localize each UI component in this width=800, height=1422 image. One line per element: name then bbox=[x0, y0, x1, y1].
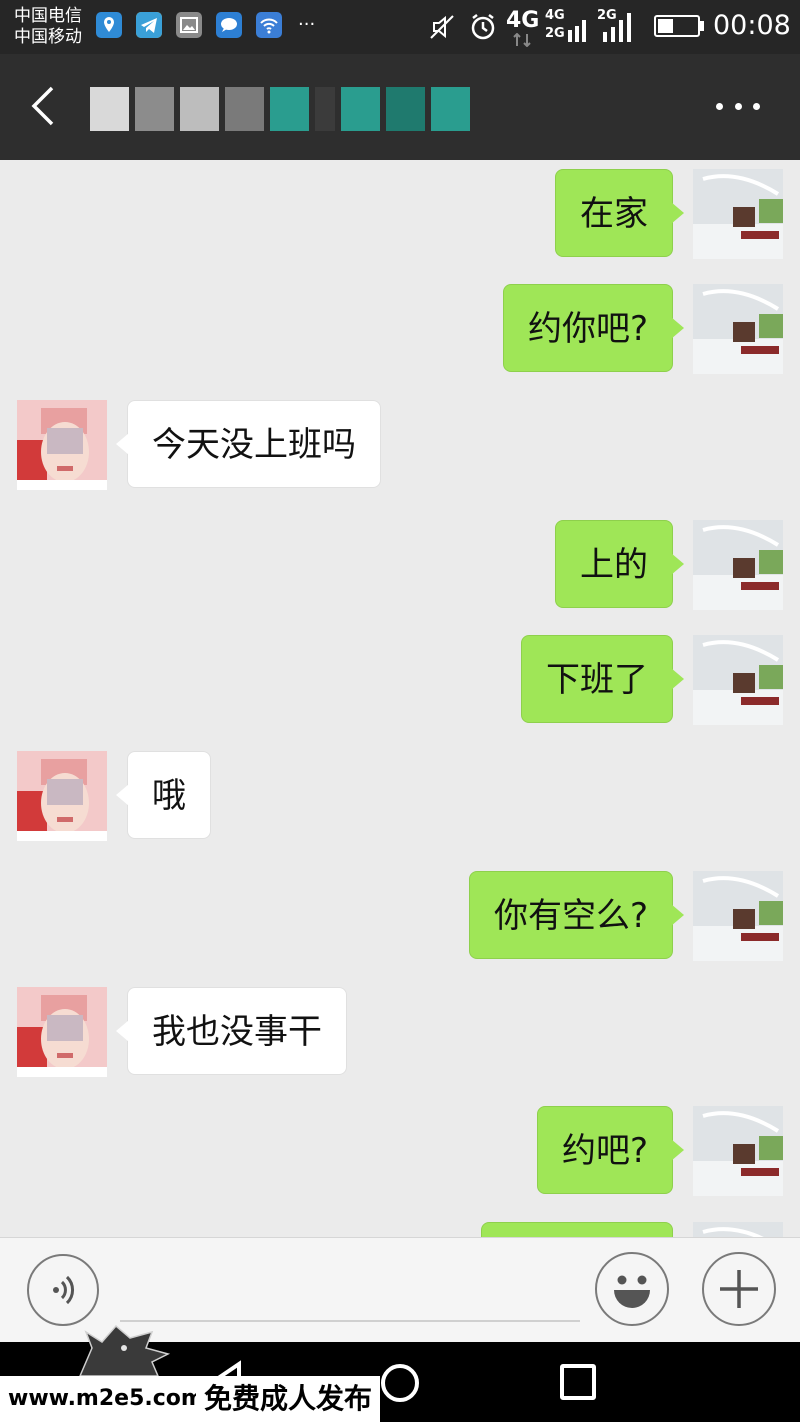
carrier-2: 中国移动 bbox=[14, 27, 82, 47]
message-bubble-received[interactable]: 哦 bbox=[116, 751, 211, 839]
network-sim2-label: 2G bbox=[597, 8, 617, 23]
message-row: 今天没上班吗 bbox=[0, 400, 800, 490]
status-time: 00:08 bbox=[713, 10, 791, 41]
battery-cap bbox=[700, 21, 704, 31]
my-avatar[interactable] bbox=[693, 1106, 783, 1196]
watermark-wolf-logo bbox=[72, 1318, 182, 1378]
more-notifications-indicator: ··· bbox=[298, 14, 316, 35]
chat-message-list[interactable]: 在家 约你吧? 今天没上班吗 上的 下班了 哦 你有空么? 我也没事干 约吧? bbox=[0, 160, 800, 1237]
message-icon bbox=[216, 12, 242, 38]
my-avatar[interactable] bbox=[693, 520, 783, 610]
message-row: 下班了 bbox=[0, 635, 800, 725]
back-icon[interactable] bbox=[28, 86, 60, 126]
carrier-1: 中国电信 bbox=[14, 6, 82, 26]
message-bubble-received[interactable]: 我也没事干 bbox=[116, 987, 347, 1075]
wifi-app-icon bbox=[256, 12, 282, 38]
message-row: 上的 bbox=[0, 520, 800, 610]
message-bubble-sent[interactable]: 下班了 bbox=[521, 635, 684, 723]
contact-avatar[interactable] bbox=[17, 751, 107, 841]
contact-avatar[interactable] bbox=[17, 987, 107, 1077]
battery-icon bbox=[654, 15, 700, 37]
alarm-icon bbox=[468, 12, 498, 42]
voice-icon bbox=[53, 1275, 74, 1305]
network-sim1-label: 4G bbox=[545, 8, 565, 23]
more-options-icon[interactable] bbox=[716, 94, 760, 118]
message-row: 在家 bbox=[0, 169, 800, 259]
my-avatar[interactable] bbox=[693, 871, 783, 961]
battery-fill bbox=[658, 19, 673, 33]
telegram-icon bbox=[136, 12, 162, 38]
message-row: 哦 bbox=[0, 751, 800, 841]
gallery-icon bbox=[176, 12, 202, 38]
message-row: 你有空么? bbox=[0, 871, 800, 961]
mute-icon bbox=[428, 13, 456, 41]
network-type-label: 4G bbox=[506, 8, 540, 33]
status-bar: 中国电信 中国移动 ··· 4G 4G 2G 2G 00:08 bbox=[0, 0, 800, 54]
emoji-button[interactable] bbox=[595, 1252, 669, 1326]
message-row bbox=[0, 1222, 800, 1237]
plus-icon bbox=[720, 1270, 758, 1308]
my-avatar[interactable] bbox=[693, 635, 783, 725]
message-bubble-sent[interactable]: 约你吧? bbox=[502, 284, 685, 372]
contact-name-obscured[interactable] bbox=[90, 84, 471, 134]
location-app-icon bbox=[96, 12, 122, 38]
network-sim1-fallback-label: 2G bbox=[545, 26, 565, 41]
more-functions-button[interactable] bbox=[702, 1252, 776, 1326]
my-avatar[interactable] bbox=[693, 169, 783, 259]
message-bubble-sent[interactable]: 你有空么? bbox=[468, 871, 685, 959]
watermark-url: www.m2e5.com bbox=[0, 1376, 212, 1422]
my-avatar[interactable] bbox=[693, 1222, 783, 1237]
nav-recent-apps-icon[interactable] bbox=[560, 1364, 596, 1400]
message-bubble-sent-partial[interactable] bbox=[481, 1222, 673, 1237]
message-row: 约吧? bbox=[0, 1106, 800, 1196]
smiley-icon bbox=[614, 1275, 650, 1308]
my-avatar[interactable] bbox=[693, 284, 783, 374]
data-arrows-icon bbox=[512, 32, 532, 48]
watermark-text: 免费成人发布 bbox=[196, 1376, 380, 1422]
message-bubble-sent[interactable]: 约吧? bbox=[536, 1106, 685, 1194]
nav-home-icon[interactable] bbox=[381, 1364, 419, 1402]
voice-input-button[interactable] bbox=[27, 1254, 99, 1326]
message-bubble-received[interactable]: 今天没上班吗 bbox=[116, 400, 381, 488]
chat-title-bar bbox=[0, 54, 800, 160]
message-bubble-sent[interactable]: 上的 bbox=[555, 520, 684, 608]
message-row: 约你吧? bbox=[0, 284, 800, 374]
message-bubble-sent[interactable]: 在家 bbox=[555, 169, 684, 257]
message-text-input[interactable] bbox=[120, 1320, 580, 1322]
carrier-labels: 中国电信 中国移动 bbox=[14, 6, 82, 48]
message-row: 我也没事干 bbox=[0, 987, 800, 1077]
contact-avatar[interactable] bbox=[17, 400, 107, 490]
